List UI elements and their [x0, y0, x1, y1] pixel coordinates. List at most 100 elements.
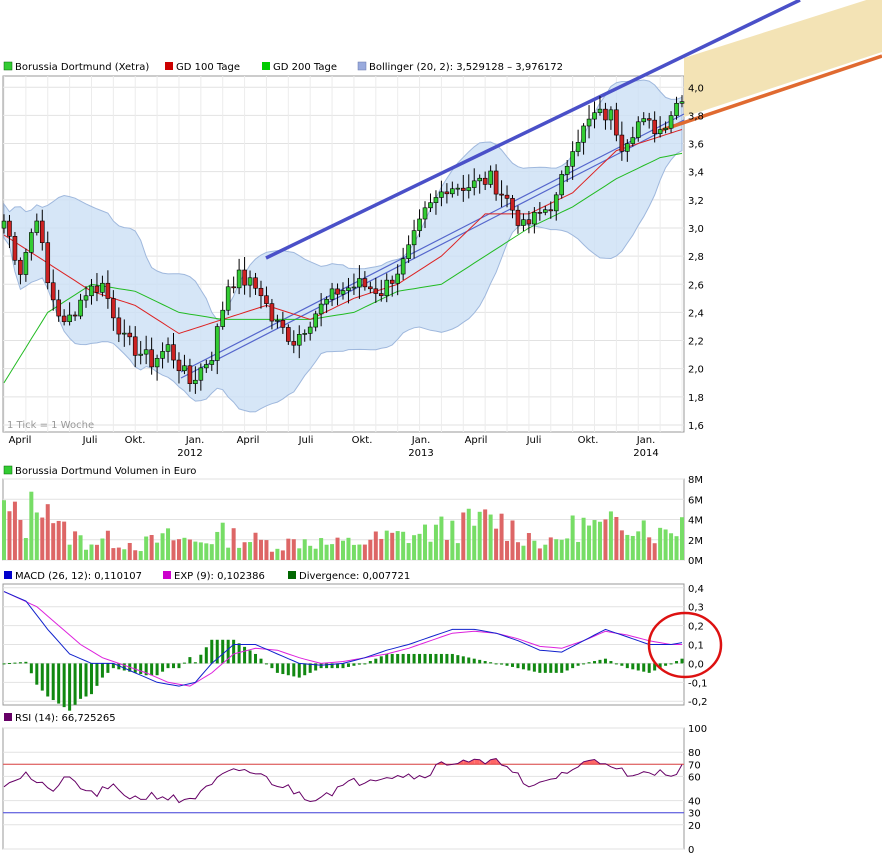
divergence-bar [106, 663, 110, 673]
y-tick-label: -0,2 [688, 697, 708, 708]
divergence-bar [445, 653, 449, 664]
divergence-bar [89, 663, 93, 695]
divergence-bar [35, 663, 39, 685]
volume-bar [253, 532, 258, 560]
divergence-bar [13, 662, 17, 664]
candle-body [641, 118, 647, 123]
candle-body [253, 277, 258, 289]
divergence-bar [532, 663, 536, 672]
candle-body [23, 252, 29, 275]
volume-bar [439, 516, 444, 560]
divergence-bar [292, 663, 296, 677]
candle-body [559, 174, 565, 196]
divergence-bar [29, 663, 33, 674]
divergence-swatch [288, 571, 296, 579]
volume-bar [625, 534, 630, 560]
divergence-bar [275, 663, 279, 673]
volume-bar [581, 517, 586, 560]
volume-bar [641, 520, 646, 560]
candle-body [422, 207, 428, 220]
divergence-bar [24, 661, 28, 664]
volume-bar [505, 540, 510, 560]
divergence-bar [439, 653, 443, 664]
candle-body [625, 143, 630, 152]
candle-body [204, 364, 209, 369]
divergence-bar [669, 663, 673, 665]
y-tick-label: 70 [688, 760, 701, 771]
legend-swatch-stock [3, 61, 13, 71]
divergence-bar [221, 639, 225, 664]
volume-bar [543, 544, 548, 560]
volume-bar [111, 548, 116, 560]
candle-body [378, 293, 384, 297]
divergence-bar [456, 655, 460, 664]
divergence-bar [620, 663, 624, 666]
volume-bar [84, 549, 89, 560]
volume-bar [614, 517, 619, 560]
candle-body [61, 315, 67, 323]
candle-body [433, 197, 439, 203]
divergence-bar [7, 663, 11, 665]
x-month-label: Juli [298, 435, 314, 446]
volume-bar [291, 539, 296, 560]
candle-body [154, 358, 160, 368]
divergence-bar [204, 647, 208, 664]
candle-body [225, 286, 231, 311]
volume-bar [23, 538, 28, 560]
candle-body [335, 288, 340, 295]
volume-bar [466, 508, 471, 560]
divergence-bar [494, 663, 498, 665]
x-year-label: 2012 [177, 448, 202, 459]
y-tick-label: 8M [688, 475, 703, 486]
divergence-bar [527, 663, 531, 671]
price-y-axis: 4,0 3,8 3,6 3,4 3,2 3,0 2,8 2,6 2,4 2,2 2,0 1,8 1,6 [688, 83, 704, 432]
divergence-bar [172, 663, 175, 669]
volume-bar [297, 548, 302, 560]
candle-body [674, 102, 679, 116]
divergence-bar [155, 663, 159, 676]
volume-bar [444, 539, 449, 560]
candle-body [1, 220, 7, 229]
divergence-bar [565, 663, 569, 671]
divergence-bar [166, 663, 170, 669]
y-tick-label: 0,1 [688, 641, 704, 652]
price-x-axis: April Juli Okt. Jan. April Juli Okt. Jan. April J… [9, 435, 659, 459]
volume-bar [335, 537, 340, 560]
candle-body [264, 295, 269, 304]
candle-body [171, 344, 176, 361]
volume-bar [559, 539, 564, 560]
candle-body [296, 334, 302, 346]
volume-bar [521, 545, 526, 560]
volume-bar [155, 542, 160, 560]
y-tick-label: 20 [688, 821, 701, 832]
volume-bar [220, 522, 225, 560]
candle-body [504, 194, 510, 199]
legend-swatch-bollinger [357, 61, 367, 71]
divergence-bar [423, 653, 427, 664]
candle-body [143, 349, 149, 355]
x-month-label: Juli [526, 435, 542, 446]
divergence-bar [232, 639, 236, 664]
volume-bar [231, 528, 236, 560]
volume-bar [29, 491, 34, 560]
candle-body [100, 282, 105, 293]
divergence-bar [434, 653, 438, 664]
candle-body [471, 180, 477, 188]
candle-body [428, 202, 433, 209]
candle-body [18, 259, 23, 275]
x-month-label: Jan. [636, 435, 656, 446]
divergence-bar [281, 663, 285, 675]
candle-body [340, 290, 346, 295]
y-tick-label: 1,8 [688, 393, 704, 404]
candle-body [149, 349, 154, 368]
forecast-channel-area [684, 0, 882, 117]
y-tick-label: 40 [688, 797, 701, 808]
divergence-bar [341, 663, 345, 669]
y-tick-label: 0,2 [688, 622, 704, 633]
divergence-bar [57, 663, 61, 704]
divergence-bar [467, 657, 471, 664]
candle-body [220, 309, 226, 327]
divergence-bar [40, 663, 44, 691]
volume-bar [532, 540, 537, 560]
candle-body [236, 269, 242, 289]
